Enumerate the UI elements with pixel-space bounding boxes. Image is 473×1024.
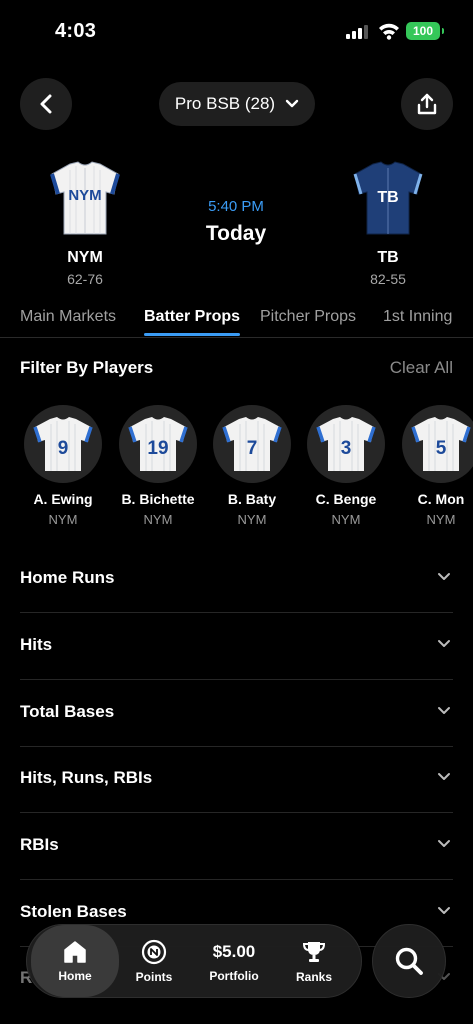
player-chip[interactable]: 9 A. Ewing NYM [15,405,111,527]
market-row-hits-runs-rbis[interactable]: Hits, Runs, RBIs [20,746,453,813]
points-icon [141,939,167,964]
jersey-number: 19 [147,438,168,459]
player-name: A. Ewing [33,491,93,507]
player-team: NYM [48,512,78,527]
player-chip[interactable]: 7 B. Baty NYM [204,405,300,527]
nav-points-label: Points [135,969,173,984]
back-button[interactable] [20,78,72,130]
player-chip[interactable]: 3 C. Benge NYM [298,405,394,527]
chevron-down-icon [438,573,450,580]
away-team[interactable]: NYM NYM 62-76 [35,160,135,287]
player-name: B. Baty [227,491,277,507]
market-row-total-bases[interactable]: Total Bases [20,680,453,747]
jersey-icon: 3 [316,417,376,471]
away-team-abbr: NYM [67,249,103,266]
jersey-number: 5 [436,438,447,459]
jersey-icon: 7 [222,417,282,471]
wifi-icon [379,23,399,40]
home-icon [64,940,86,963]
nav-points[interactable]: Points [119,925,189,997]
market-row-home-runs[interactable]: Home Runs [20,546,453,613]
market-label: Stolen Bases [20,902,127,921]
nym-jersey-icon: NYM [50,161,120,235]
battery-indicator: 100 [406,22,444,40]
player-avatar: 9 [24,405,102,483]
jersey-icon: 5 [411,417,471,471]
player-team: NYM [143,512,173,527]
player-avatar: 3 [307,405,385,483]
market-label: Hits, Runs, RBIs [20,768,153,787]
active-tab-indicator [144,333,240,336]
nav-ranks[interactable]: Ranks [281,925,347,997]
search-button[interactable] [372,924,446,998]
tab-main-markets[interactable]: Main Markets [20,308,116,326]
chevron-left-icon [40,94,52,114]
player-name: C. Benge [315,491,377,507]
nav-ranks-label: Ranks [295,969,333,984]
jersey-icon: 9 [33,417,93,471]
market-tabs: Main Markets Batter Props Pitcher Props … [0,300,473,338]
search-icon [395,947,423,975]
chevron-down-icon [438,840,450,847]
player-avatar: 7 [213,405,291,483]
market-label: Home Runs [20,568,115,587]
player-chip[interactable]: 19 B. Bichette NYM [110,405,206,527]
player-avatar: 19 [119,405,197,483]
share-icon [417,93,437,115]
status-time: 4:03 [55,20,97,42]
cellular-signal-icon [346,25,368,39]
player-team: NYM [426,512,456,527]
chevron-down-icon [285,99,299,108]
nav-portfolio-label: Portfolio [209,968,259,983]
player-name: C. Mon [417,491,465,507]
home-team[interactable]: TB TB 82-55 [338,160,438,287]
chevron-down-icon [438,773,450,780]
nym-jersey-text: NYM [68,187,101,204]
filter-title: Filter By Players [20,358,154,377]
league-label: Pro BSB (28) [174,94,276,113]
market-row-rbis[interactable]: RBIs [20,813,453,880]
home-team-abbr: TB [377,249,399,266]
player-name: B. Bichette [121,491,195,507]
market-label: RBIs [20,835,59,854]
jersey-number: 7 [247,438,258,459]
tab-pitcher-props[interactable]: Pitcher Props [260,308,356,326]
nav-portfolio[interactable]: $5.00 Portfolio [197,925,271,997]
player-team: NYM [237,512,267,527]
away-team-record: 62-76 [67,271,103,287]
trophy-icon [302,941,326,962]
game-time: 5:40 PM [208,198,264,215]
nav-home-label: Home [58,968,92,983]
jersey-icon: 19 [128,417,188,471]
jersey-number: 9 [58,438,69,459]
status-bar: 4:03 100 [0,0,473,60]
game-day: Today [205,222,267,245]
bottom-nav: Home Points $5.00 Portfolio Ranks [26,924,362,998]
tb-jersey-text: TB [377,189,398,206]
jersey-number: 3 [341,438,352,459]
tb-jersey-icon: TB [353,161,423,235]
portfolio-value: $5.00 [212,941,256,961]
league-selector[interactable]: Pro BSB (28) [159,82,315,126]
share-button[interactable] [401,78,453,130]
clear-all-button[interactable]: Clear All [390,358,453,378]
market-label: Hits [20,635,53,654]
player-chip[interactable]: 5 C. Mon NYM [393,405,473,527]
market-label: Total Bases [20,702,115,721]
player-filter-list: 9 A. Ewing NYM 19 B. Bichette NYM 7 B. B… [0,405,473,535]
player-avatar: 5 [402,405,473,483]
home-team-record: 82-55 [370,271,406,287]
tab-1st-inning[interactable]: 1st Inning [383,308,452,326]
market-row-hits[interactable]: Hits [20,613,453,680]
chevron-down-icon [438,907,450,914]
nav-home[interactable]: Home [31,925,119,997]
tab-batter-props[interactable]: Batter Props [144,308,240,326]
chevron-down-icon [438,640,450,647]
chevron-down-icon [438,707,450,714]
player-team: NYM [331,512,361,527]
